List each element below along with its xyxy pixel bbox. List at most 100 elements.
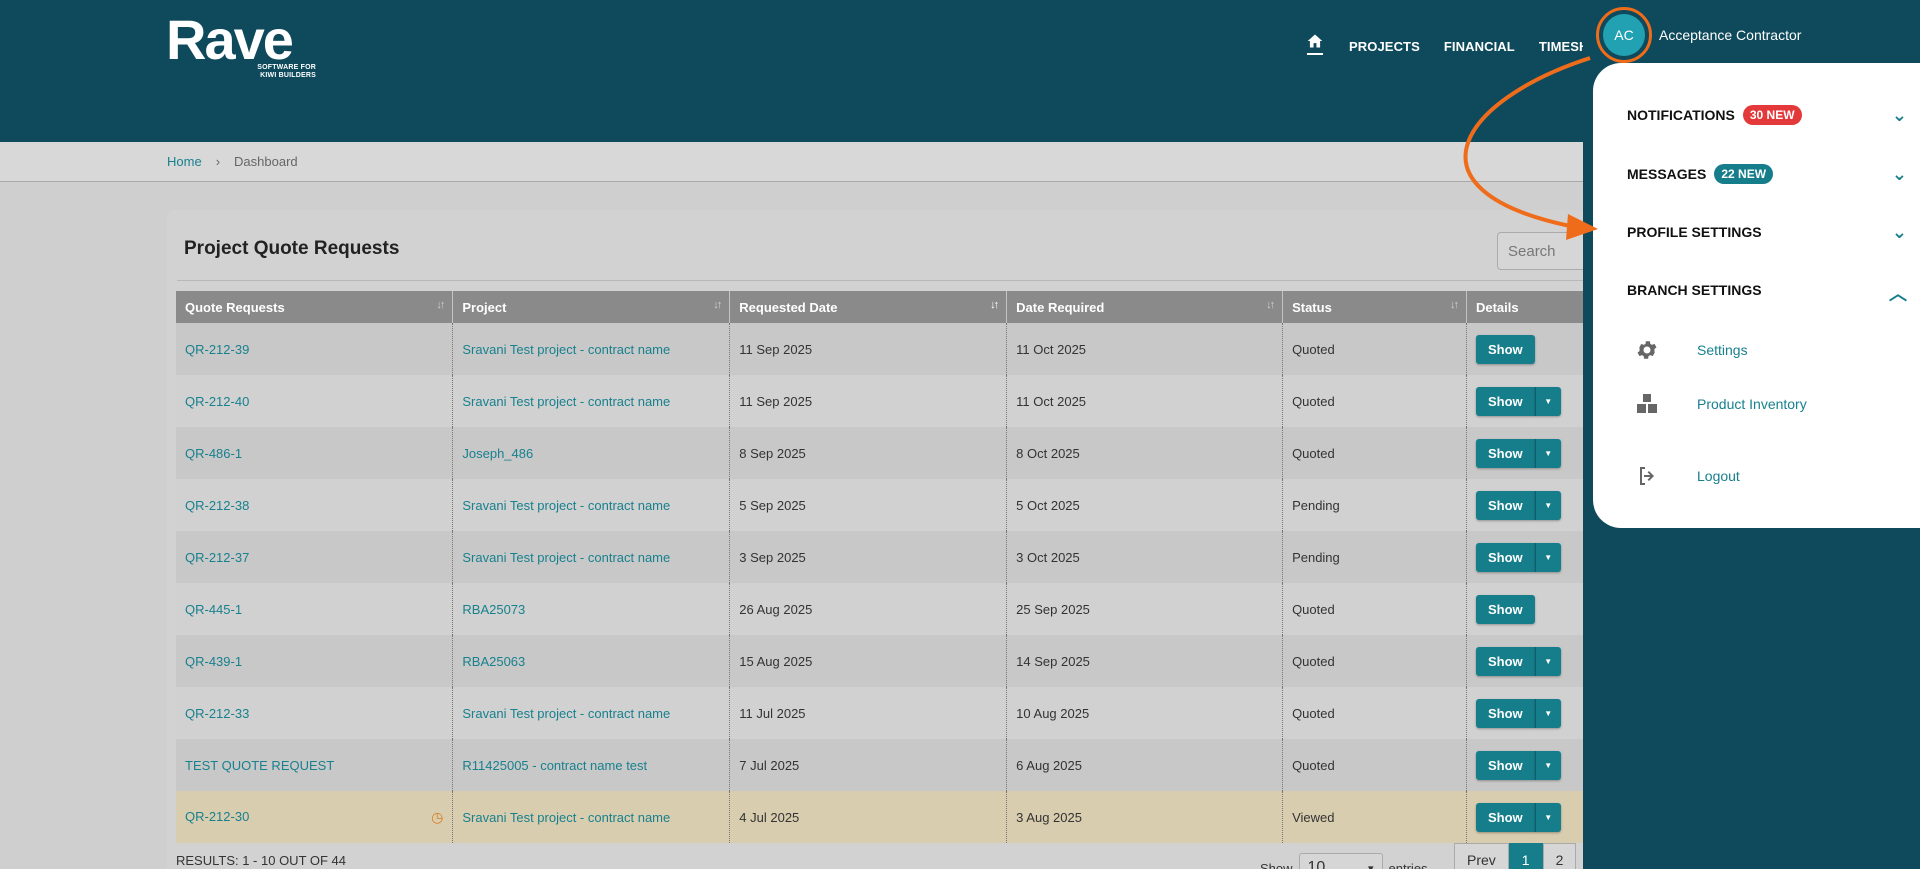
home-icon[interactable]: [1305, 33, 1325, 59]
table-row: QR-212-30 ◷ Sravani Test project - contrac…: [176, 791, 1607, 843]
quote-request-link[interactable]: QR-212-38: [176, 479, 454, 531]
divider: [177, 280, 1587, 281]
col-project[interactable]: Project ↓↑: [452, 291, 731, 323]
status-text: Pending: [1282, 479, 1467, 531]
breadcrumb-home[interactable]: Home: [167, 154, 202, 169]
avatar[interactable]: AC: [1596, 7, 1652, 63]
project-link[interactable]: Sravani Test project - contract name: [452, 791, 731, 843]
nav-projects[interactable]: PROJECTS: [1349, 39, 1420, 54]
show-button-group: Show ▼: [1475, 490, 1561, 520]
sort-icon[interactable]: ↓↑: [436, 299, 445, 311]
project-link[interactable]: Sravani Test project - contract name: [452, 375, 731, 427]
menu-profile-settings[interactable]: PROFILE SETTINGS ⌄: [1627, 221, 1907, 242]
quote-request-link[interactable]: QR-445-1: [176, 583, 454, 635]
logo-wordmark: Rave: [166, 8, 294, 71]
breadcrumb-bar: Home › Dashboard: [0, 142, 1583, 182]
caret-down-icon[interactable]: ▼: [1534, 542, 1561, 572]
show-button[interactable]: Show: [1475, 698, 1535, 728]
quote-request-link[interactable]: QR-212-33: [176, 687, 454, 739]
col-quote-requests[interactable]: Quote Requests ↓↑: [176, 291, 454, 323]
table-row: QR-212-37 Sravani Test project - contract…: [176, 531, 1607, 583]
show-button-group: Show ▼: [1475, 542, 1561, 572]
quote-request-link[interactable]: QR-439-1: [176, 635, 454, 687]
project-link[interactable]: Sravani Test project - contract name: [452, 323, 731, 375]
requested-date: 11 Sep 2025: [729, 323, 1008, 375]
caret-down-icon[interactable]: ▼: [1534, 646, 1561, 676]
caret-down-icon[interactable]: ▼: [1534, 802, 1561, 832]
project-link[interactable]: Sravani Test project - contract name: [452, 479, 731, 531]
search-input[interactable]: Search: [1497, 232, 1597, 270]
submenu-product-inventory[interactable]: Product Inventory: [1635, 392, 1807, 416]
caret-down-icon[interactable]: ▼: [1534, 698, 1561, 728]
user-menu: NOTIFICATIONS 30 NEW ⌄ MESSAGES 22 NEW ⌄…: [1593, 63, 1920, 528]
project-link[interactable]: RBA25063: [452, 635, 731, 687]
date-required: 8 Oct 2025: [1006, 427, 1284, 479]
table-row: QR-212-33 Sravani Test project - contract…: [176, 687, 1607, 739]
sort-icon[interactable]: ↓↑: [713, 299, 722, 311]
nav-financial[interactable]: FINANCIAL: [1444, 39, 1515, 54]
submenu-settings[interactable]: Settings: [1635, 338, 1748, 362]
date-required: 14 Sep 2025: [1006, 635, 1284, 687]
sort-desc-icon[interactable]: ↓↑: [990, 299, 999, 311]
show-button[interactable]: Show: [1475, 750, 1535, 780]
show-button-group: Show: [1475, 594, 1535, 624]
show-button[interactable]: Show: [1475, 438, 1535, 468]
show-button[interactable]: Show: [1475, 646, 1535, 676]
show-button[interactable]: Show: [1475, 490, 1535, 520]
project-link[interactable]: Sravani Test project - contract name: [452, 531, 731, 583]
pager-page-1[interactable]: 1: [1508, 843, 1543, 869]
quote-request-link[interactable]: QR-212-30 ◷: [176, 791, 454, 843]
pager-page-2[interactable]: 2: [1542, 843, 1577, 869]
table-row: QR-212-38 Sravani Test project - contract…: [176, 479, 1607, 531]
project-link[interactable]: Sravani Test project - contract name: [452, 687, 731, 739]
col-requested-date[interactable]: Requested Date ↓↑: [729, 291, 1008, 323]
col-date-required[interactable]: Date Required ↓↑: [1006, 291, 1284, 323]
quote-requests-table: Quote Requests ↓↑ Project ↓↑ Requested Dat…: [176, 291, 1607, 843]
status-text: Quoted: [1282, 323, 1467, 375]
requested-date: 3 Sep 2025: [729, 531, 1008, 583]
menu-messages[interactable]: MESSAGES 22 NEW ⌄: [1627, 164, 1907, 184]
caret-down-icon[interactable]: ▼: [1534, 386, 1561, 416]
quote-request-link[interactable]: QR-486-1: [176, 427, 454, 479]
user-name: Acceptance Contractor: [1659, 27, 1802, 43]
gear-icon: [1637, 341, 1657, 359]
quote-request-link[interactable]: QR-212-37: [176, 531, 454, 583]
show-button[interactable]: Show: [1475, 386, 1535, 416]
menu-notifications[interactable]: NOTIFICATIONS 30 NEW ⌄: [1627, 105, 1907, 125]
caret-down-icon[interactable]: ▼: [1534, 490, 1561, 520]
show-button[interactable]: Show: [1475, 542, 1535, 572]
quote-request-link[interactable]: QR-212-39: [176, 323, 454, 375]
show-button[interactable]: Show: [1475, 802, 1535, 832]
submenu-logout[interactable]: Logout: [1635, 464, 1740, 488]
quote-request-link[interactable]: TEST QUOTE REQUEST: [176, 739, 454, 791]
pager-prev[interactable]: Prev: [1454, 843, 1509, 869]
date-required: 11 Oct 2025: [1006, 323, 1284, 375]
status-text: Quoted: [1282, 687, 1467, 739]
chevron-down-icon: ⌄: [1891, 104, 1907, 125]
pagination: Prev 1 2: [1454, 843, 1577, 869]
menu-branch-settings[interactable]: BRANCH SETTINGS ︿: [1627, 282, 1907, 304]
requested-date: 15 Aug 2025: [729, 635, 1008, 687]
requested-date: 4 Jul 2025: [729, 791, 1008, 843]
rave-logo[interactable]: Rave SOFTWARE FOR KIWI BUILDERS: [166, 8, 316, 80]
logout-icon: [1640, 467, 1654, 485]
project-link[interactable]: RBA25073: [452, 583, 731, 635]
show-button-group: Show ▼: [1475, 698, 1561, 728]
project-link[interactable]: R11425005 - contract name test: [452, 739, 731, 791]
show-button[interactable]: Show: [1475, 334, 1535, 364]
page-size-select[interactable]: 10 ▾: [1298, 853, 1383, 869]
caret-down-icon[interactable]: ▼: [1534, 438, 1561, 468]
quote-request-link[interactable]: QR-212-40: [176, 375, 454, 427]
status-text: Quoted: [1282, 375, 1467, 427]
user-header[interactable]: AC Acceptance Contractor: [1596, 7, 1802, 63]
sort-icon[interactable]: ↓↑: [1266, 299, 1275, 311]
col-status[interactable]: Status ↓↑: [1282, 291, 1467, 323]
show-button[interactable]: Show: [1475, 594, 1535, 624]
caret-down-icon[interactable]: ▼: [1534, 750, 1561, 780]
chevron-down-icon: ⌄: [1891, 221, 1907, 242]
table-row: QR-439-1 RBA25063 15 Aug 2025 14 Sep 2025 Qu…: [176, 635, 1607, 687]
status-text: Quoted: [1282, 583, 1467, 635]
project-link[interactable]: Joseph_486: [452, 427, 731, 479]
boxes-icon: [1637, 394, 1657, 413]
sort-icon[interactable]: ↓↑: [1450, 299, 1459, 311]
